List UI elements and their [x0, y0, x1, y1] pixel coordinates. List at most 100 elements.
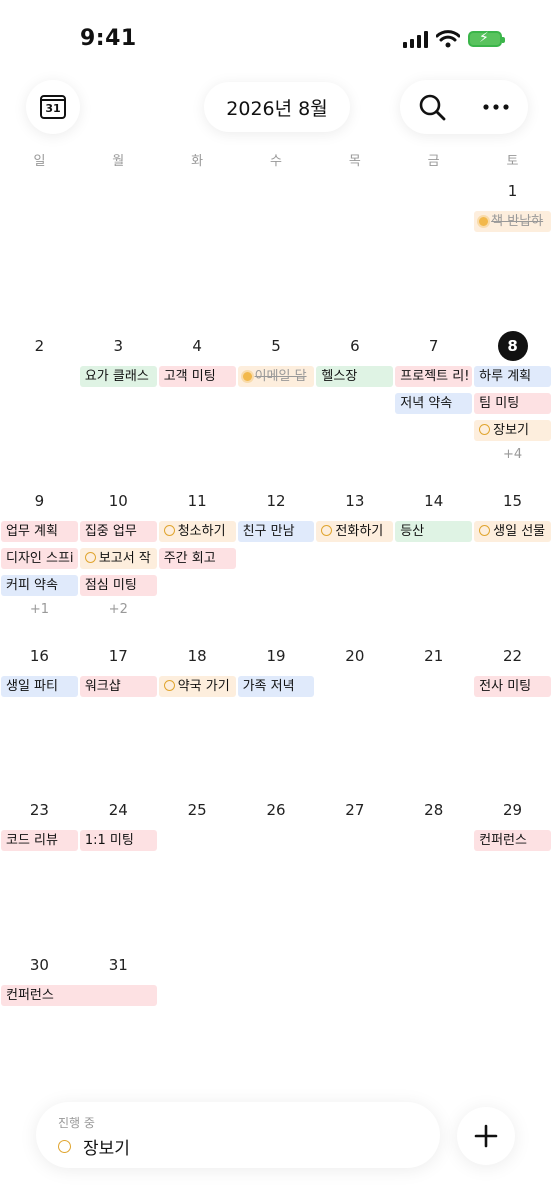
task-circle-icon[interactable]	[163, 525, 175, 536]
event-chip[interactable]: 1:1 미팅	[79, 830, 157, 851]
event-chip[interactable]: 코드 리뷰	[1, 830, 78, 851]
day-number[interactable]: 7	[394, 331, 473, 361]
day-number[interactable]: 15	[473, 486, 552, 516]
day-number[interactable]: 1	[473, 176, 552, 206]
more-icon	[483, 104, 509, 110]
event-chip[interactable]: 전사 미팅	[474, 676, 551, 697]
event-chip[interactable]: 장보기	[474, 420, 551, 441]
event-title: 디자인 스프i	[6, 551, 74, 566]
event-chip[interactable]: 저녁 약속	[395, 393, 473, 414]
today-day-number[interactable]: 8	[473, 331, 552, 361]
event-chip[interactable]: 가족 저녁	[237, 676, 315, 697]
day-number[interactable]: 14	[394, 486, 473, 516]
day-number[interactable]: 26	[237, 795, 316, 825]
event-title: 팀 미팅	[479, 396, 520, 411]
day-number[interactable]: 31	[79, 950, 158, 980]
day-number[interactable]: 25	[158, 795, 237, 825]
event-chip[interactable]: 점심 미팅	[79, 575, 157, 596]
event-chip[interactable]: 등산	[395, 521, 473, 542]
plus-icon	[474, 1124, 498, 1148]
event-title: 점심 미팅	[84, 578, 137, 593]
task-circle-icon[interactable]	[479, 424, 491, 435]
calendar-view-button[interactable]: 31	[26, 80, 80, 134]
day-number[interactable]: 12	[237, 486, 316, 516]
event-title: 전사 미팅	[479, 679, 532, 694]
event-chip[interactable]: 헬스장	[316, 366, 394, 387]
event-title: 코드 리뷰	[6, 833, 58, 848]
event-title: 컨퍼런스	[479, 833, 527, 848]
event-chip[interactable]: 이메일 답	[237, 366, 315, 387]
day-number[interactable]: 2	[0, 331, 79, 361]
task-circle-icon[interactable]	[84, 552, 96, 563]
event-chip[interactable]: 생일 파티	[1, 676, 78, 697]
day-number[interactable]: 21	[394, 641, 473, 671]
event-chip[interactable]: 하루 계획	[474, 366, 551, 387]
event-chip[interactable]: 책 반납하	[474, 211, 551, 232]
event-chip[interactable]: 전화하기	[316, 521, 394, 542]
event-chip[interactable]: 컨퍼런스	[1, 985, 157, 1006]
day-number[interactable]: 19	[237, 641, 316, 671]
search-button[interactable]	[410, 85, 454, 129]
task-circle-icon[interactable]	[58, 1140, 71, 1153]
more-events-indicator[interactable]: +2	[79, 602, 158, 617]
task-circle-icon[interactable]	[479, 525, 491, 536]
weekday-header: 일 월 화 수 목 금 토	[0, 150, 552, 169]
in-progress-label: 진행 중	[58, 1116, 95, 1130]
more-events-indicator[interactable]: +1	[0, 602, 79, 617]
event-chip[interactable]: 프로젝트 리!	[395, 366, 473, 387]
day-number[interactable]: 4	[158, 331, 237, 361]
day-number[interactable]: 23	[0, 795, 79, 825]
day-number[interactable]: 20	[315, 641, 394, 671]
day-number[interactable]: 22	[473, 641, 552, 671]
add-event-button[interactable]	[457, 1107, 515, 1165]
event-title: 생일 파티	[6, 679, 58, 694]
event-chip[interactable]: 업무 계획	[1, 521, 78, 542]
event-title: 1:1 미팅	[84, 833, 134, 848]
event-chip[interactable]: 생일 선물	[474, 521, 551, 542]
event-title: 보고서 작	[98, 551, 151, 566]
event-chip[interactable]: 팀 미팅	[474, 393, 551, 414]
event-chip[interactable]: 집중 업무	[79, 521, 157, 542]
day-number[interactable]: 17	[79, 641, 158, 671]
day-number[interactable]: 28	[394, 795, 473, 825]
event-chip[interactable]: 보고서 작	[79, 548, 157, 569]
event-title: 청소하기	[177, 524, 226, 539]
day-number[interactable]: 16	[0, 641, 79, 671]
month-title-button[interactable]: 2026년 8월	[204, 82, 350, 132]
event-chip[interactable]: 커피 약속	[1, 575, 78, 596]
day-number[interactable]: 18	[158, 641, 237, 671]
day-number[interactable]: 9	[0, 486, 79, 516]
event-chip[interactable]: 청소하기	[158, 521, 236, 542]
event-chip[interactable]: 워크샵	[79, 676, 157, 697]
event-chip[interactable]: 주간 회고	[158, 548, 236, 569]
in-progress-card[interactable]: 진행 중 장보기	[36, 1102, 440, 1168]
event-chip[interactable]: 컨퍼런스	[474, 830, 551, 851]
weekday-label: 금	[427, 154, 440, 169]
event-title: 친구 만남	[242, 524, 295, 539]
month-title: 2026년 8월	[226, 97, 328, 120]
more-button[interactable]	[474, 85, 518, 129]
day-number[interactable]: 5	[237, 331, 316, 361]
day-number[interactable]: 27	[315, 795, 394, 825]
day-number[interactable]: 3	[79, 331, 158, 361]
day-number[interactable]: 30	[0, 950, 79, 980]
event-title: 헬스장	[321, 369, 358, 384]
day-number[interactable]: 13	[315, 486, 394, 516]
event-chip[interactable]: 디자인 스프i	[1, 548, 78, 569]
day-number[interactable]: 29	[473, 795, 552, 825]
event-title: 생일 선물	[493, 524, 546, 539]
event-chip[interactable]: 고객 미팅	[158, 366, 236, 387]
day-number[interactable]: 6	[315, 331, 394, 361]
day-number[interactable]: 24	[79, 795, 158, 825]
more-events-indicator[interactable]: +4	[473, 447, 552, 462]
day-number[interactable]: 10	[79, 486, 158, 516]
task-circle-icon[interactable]	[163, 680, 175, 691]
day-number[interactable]: 11	[158, 486, 237, 516]
status-time: 9:41	[80, 26, 137, 51]
event-chip[interactable]: 약국 가기	[158, 676, 236, 697]
event-chip[interactable]: 친구 만남	[237, 521, 315, 542]
event-chip[interactable]: 요가 클래스	[79, 366, 157, 387]
in-progress-task: 장보기	[58, 1134, 130, 1159]
task-circle-icon[interactable]	[321, 525, 333, 536]
event-title: 고객 미팅	[163, 369, 216, 384]
